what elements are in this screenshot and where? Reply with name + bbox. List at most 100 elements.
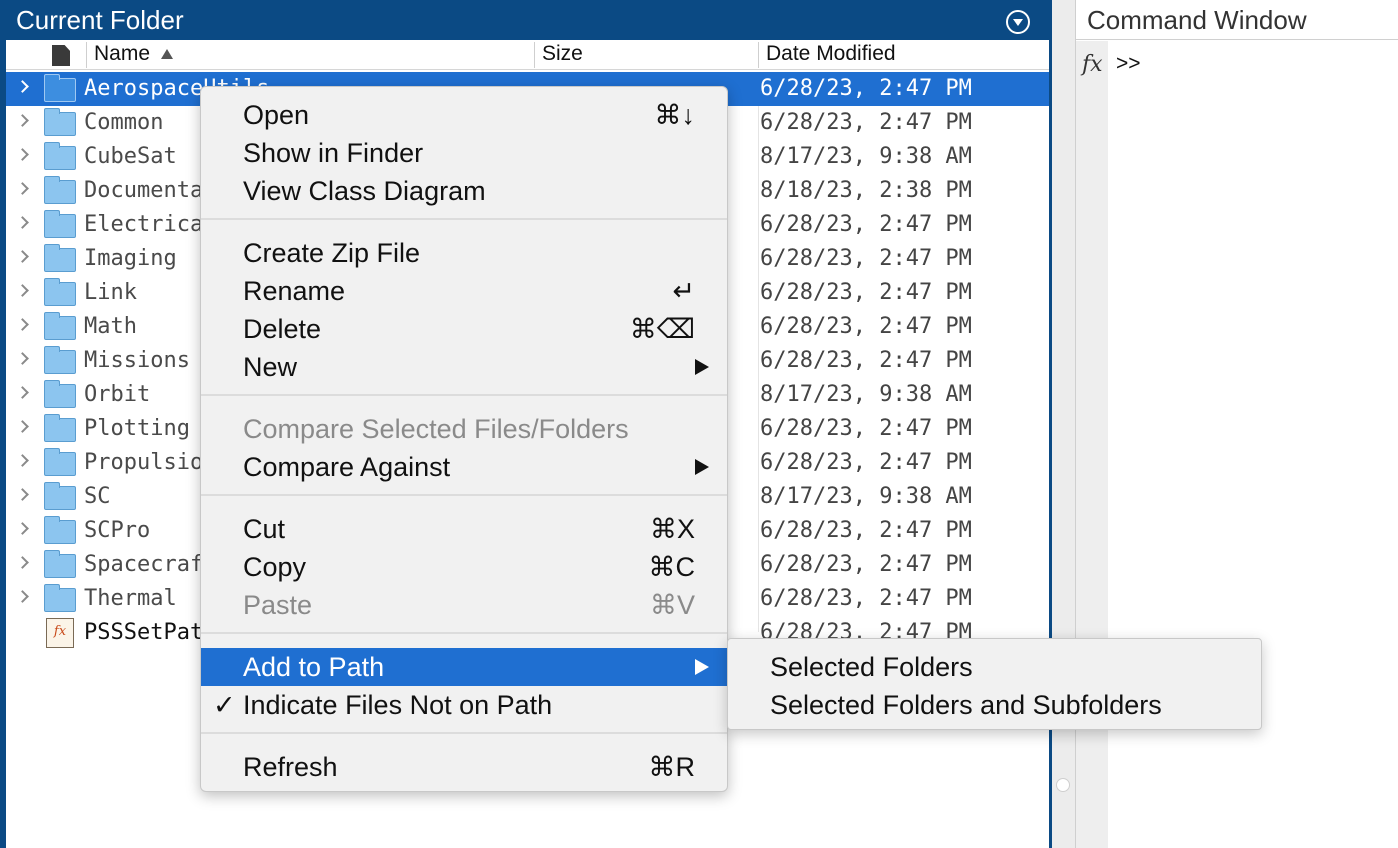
expand-chevron-icon[interactable] — [16, 590, 29, 603]
menu-item-rename[interactable]: Rename ↵ — [201, 272, 729, 310]
expand-chevron-icon[interactable] — [16, 352, 29, 365]
row-date-modified: 6/28/23, 2:47 PM — [760, 280, 972, 305]
row-name: Link — [84, 280, 137, 305]
menu-separator — [201, 632, 727, 634]
menu-item-open[interactable]: Open ⌘↓ — [201, 96, 729, 134]
column-divider[interactable] — [534, 42, 535, 68]
column-divider[interactable] — [86, 42, 87, 68]
function-browser-icon[interactable]: fx — [1082, 52, 1103, 77]
row-date-modified: 6/28/23, 2:47 PM — [760, 586, 972, 611]
menu-item-label: Rename — [243, 276, 346, 306]
row-name: Orbit — [84, 382, 151, 407]
menu-item-delete[interactable]: Delete ⌘⌫ — [201, 310, 729, 348]
menu-item-label: View Class Diagram — [243, 176, 486, 206]
expand-chevron-icon[interactable] — [16, 250, 29, 263]
matlab-function-file-icon: fx — [46, 618, 74, 648]
expand-chevron-icon[interactable] — [16, 148, 29, 161]
menu-item-label: Compare Selected Files/Folders — [243, 414, 629, 444]
row-date-modified: 6/28/23, 2:47 PM — [760, 450, 972, 475]
menu-item-label: Open — [243, 100, 310, 130]
menu-item-cut[interactable]: Cut ⌘X — [201, 510, 729, 548]
context-menu: Open ⌘↓ Show in Finder View Class Diagra… — [200, 86, 729, 792]
menu-item-paste[interactable]: Paste ⌘V — [201, 586, 729, 624]
folder-icon — [44, 244, 76, 272]
menu-item-label: Selected Folders — [770, 652, 973, 682]
folder-icon — [44, 550, 76, 578]
menu-item-indicate-files-not-on-path[interactable]: ✓ Indicate Files Not on Path — [201, 686, 729, 724]
menu-item-shortcut: ⌘R — [648, 752, 696, 782]
menu-item-compare-selected[interactable]: Compare Selected Files/Folders — [201, 410, 729, 448]
row-name: Common — [84, 110, 164, 135]
folder-icon — [44, 346, 76, 374]
menu-item-label: Refresh — [243, 752, 338, 782]
row-name: Propulsion — [84, 450, 217, 475]
menu-item-view-class-diagram[interactable]: View Class Diagram — [201, 172, 729, 210]
column-header-date-modified[interactable]: Date Modified — [766, 40, 896, 70]
submenu-arrow-icon — [695, 359, 709, 375]
menu-item-label: New — [243, 352, 298, 382]
menu-item-new[interactable]: New — [201, 348, 729, 386]
menu-item-refresh[interactable]: Refresh ⌘R — [201, 748, 729, 786]
submenu-arrow-icon — [695, 459, 709, 475]
expand-chevron-icon[interactable] — [16, 556, 29, 569]
command-prompt[interactable]: >> — [1116, 52, 1141, 76]
file-type-column-icon[interactable] — [52, 45, 70, 66]
expand-chevron-icon[interactable] — [16, 488, 29, 501]
menu-separator — [201, 732, 727, 734]
folder-icon — [44, 142, 76, 170]
panel-title: Command Window — [1087, 5, 1307, 35]
expand-chevron-icon[interactable] — [16, 386, 29, 399]
row-name: Math — [84, 314, 137, 339]
menu-item-label: Paste — [243, 590, 313, 620]
menu-item-copy[interactable]: Copy ⌘C — [201, 548, 729, 586]
menu-item-create-zip-file[interactable]: Create Zip File — [201, 234, 729, 272]
current-folder-titlebar: Current Folder — [6, 0, 1049, 40]
menu-separator — [201, 394, 727, 396]
menu-item-label: Selected Folders and Subfolders — [770, 690, 1162, 720]
row-name: Electrical — [84, 212, 217, 237]
folder-icon — [44, 74, 76, 102]
row-date-modified: 8/17/23, 9:38 AM — [760, 382, 972, 407]
menu-item-shortcut: ⌘X — [649, 514, 695, 544]
row-date-modified: 6/28/23, 2:47 PM — [760, 518, 972, 543]
command-window-titlebar: Command Window — [1076, 0, 1398, 40]
expand-chevron-icon[interactable] — [16, 454, 29, 467]
file-list-header: Name Size Date Modified — [6, 40, 1049, 70]
submenu-item-selected-folders[interactable]: Selected Folders — [728, 648, 1263, 686]
expand-chevron-icon[interactable] — [16, 216, 29, 229]
expand-chevron-icon[interactable] — [16, 114, 29, 127]
folder-icon — [44, 414, 76, 442]
row-date-modified: 6/28/23, 2:47 PM — [760, 552, 972, 577]
menu-item-show-in-finder[interactable]: Show in Finder — [201, 134, 729, 172]
splitter-handle-icon[interactable] — [1056, 778, 1070, 792]
menu-item-compare-against[interactable]: Compare Against — [201, 448, 729, 486]
sort-ascending-icon — [161, 49, 173, 59]
menu-item-label: Copy — [243, 552, 307, 582]
folder-icon — [44, 380, 76, 408]
column-divider[interactable] — [758, 42, 759, 68]
menu-item-add-to-path[interactable]: Add to Path — [201, 648, 729, 686]
expand-chevron-icon[interactable] — [16, 318, 29, 331]
expand-chevron-icon[interactable] — [16, 522, 29, 535]
submenu-item-selected-folders-and-subfolders[interactable]: Selected Folders and Subfolders — [728, 686, 1263, 724]
row-name: Imaging — [84, 246, 177, 271]
expand-chevron-icon[interactable] — [16, 182, 29, 195]
menu-item-shortcut: ⌘↓ — [654, 100, 696, 130]
expand-chevron-icon[interactable] — [16, 420, 29, 433]
row-name: CubeSat — [84, 144, 177, 169]
folder-icon — [44, 312, 76, 340]
expand-chevron-icon[interactable] — [16, 80, 29, 93]
folder-icon — [44, 584, 76, 612]
row-date-modified: 6/28/23, 2:47 PM — [760, 110, 972, 135]
row-name: Thermal — [84, 586, 177, 611]
folder-icon — [44, 210, 76, 238]
folder-icon — [44, 482, 76, 510]
menu-item-shortcut: ⌘C — [648, 552, 696, 582]
folder-icon — [44, 176, 76, 204]
column-header-size[interactable]: Size — [542, 40, 583, 70]
expand-chevron-icon[interactable] — [16, 284, 29, 297]
panel-actions-menu-icon[interactable] — [1006, 10, 1030, 34]
column-header-name[interactable]: Name — [94, 40, 150, 70]
menu-item-label: Show in Finder — [243, 138, 424, 168]
menu-separator — [201, 218, 727, 220]
